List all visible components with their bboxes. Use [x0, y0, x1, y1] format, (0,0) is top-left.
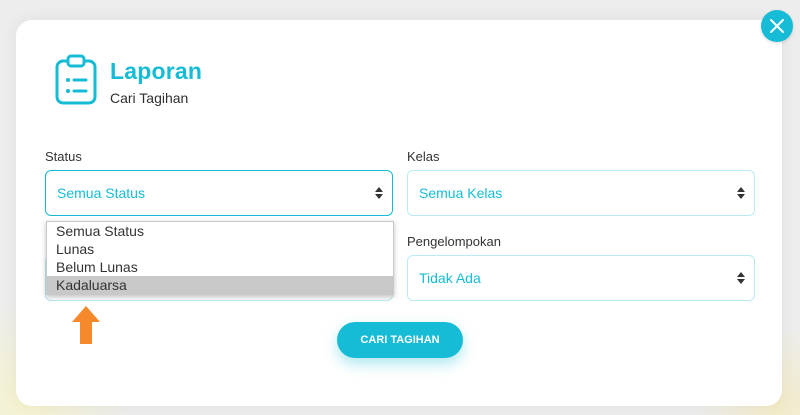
kelas-select[interactable]: Semua Kelas — [407, 170, 755, 216]
report-modal: Laporan Cari Tagihan Status Semua Status… — [16, 20, 782, 406]
kelas-select-value: Semua Kelas — [419, 185, 503, 201]
select-caret-icon — [737, 272, 745, 284]
status-option-semua[interactable]: Semua Status — [47, 222, 393, 240]
status-option-belum-lunas[interactable]: Belum Lunas — [47, 258, 393, 276]
status-select-value: Semua Status — [57, 185, 145, 201]
close-icon — [770, 19, 784, 33]
pengelompokan-select-value: Tidak Ada — [419, 270, 481, 286]
pointer-arrow-icon — [72, 306, 100, 344]
kelas-label: Kelas — [407, 149, 440, 164]
status-label: Status — [45, 149, 82, 164]
pengelompokan-select[interactable]: Tidak Ada — [407, 255, 755, 301]
status-dropdown-list: Semua Status Lunas Belum Lunas Kadaluars… — [46, 221, 394, 295]
page-subtitle: Cari Tagihan — [110, 90, 189, 106]
close-button[interactable] — [761, 10, 793, 42]
select-caret-icon — [737, 187, 745, 199]
status-option-kadaluarsa[interactable]: Kadaluarsa — [47, 276, 393, 294]
status-select[interactable]: Semua Status — [45, 170, 393, 216]
page-title: Laporan — [110, 58, 203, 84]
clipboard-list-icon — [55, 54, 97, 105]
search-bills-button[interactable]: CARI TAGIHAN — [337, 322, 463, 358]
select-caret-icon — [375, 187, 383, 199]
status-option-lunas[interactable]: Lunas — [47, 240, 393, 258]
pengelompokan-label: Pengelompokan — [407, 234, 501, 249]
